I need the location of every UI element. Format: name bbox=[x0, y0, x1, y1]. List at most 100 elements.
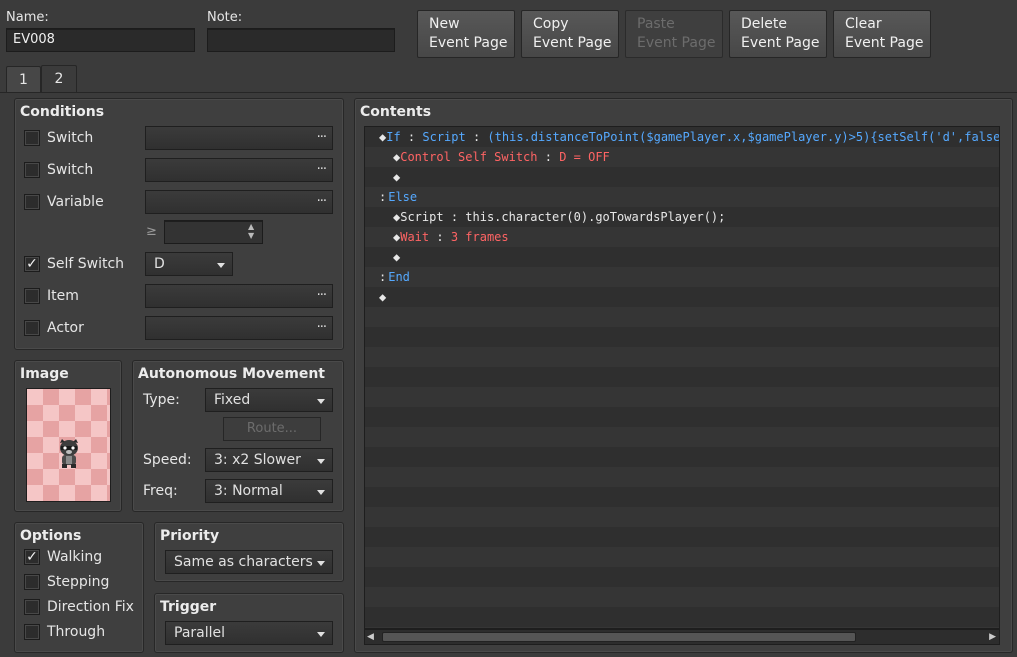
route-button[interactable]: Route... bbox=[223, 417, 321, 441]
command-text: Control Self Switch bbox=[400, 150, 538, 164]
event-command-list[interactable]: ◆ If : Script : (this.distanceToPoint($ga… bbox=[364, 126, 1000, 629]
movement-freq-dropdown[interactable]: 3: Normal bbox=[205, 479, 333, 503]
diamond-marker-icon: ◆ bbox=[393, 250, 401, 264]
scroll-right-icon[interactable]: ▶ bbox=[989, 632, 996, 642]
button-line1: Paste bbox=[637, 16, 675, 32]
walking-label: Walking bbox=[47, 549, 103, 565]
button-line2: Event Page bbox=[637, 35, 716, 51]
note-label: Note: bbox=[207, 10, 243, 25]
button-line2: Event Page bbox=[429, 35, 508, 51]
self-switch-checkbox[interactable]: ✓ bbox=[24, 256, 40, 272]
button-line2: Event Page bbox=[533, 35, 612, 51]
self-switch-dropdown[interactable]: D bbox=[145, 252, 233, 276]
chevron-down-icon bbox=[317, 459, 325, 464]
event-command-line[interactable]: ◆Script : this.character(0).goTowardsPla… bbox=[379, 207, 999, 227]
command-text: Script bbox=[400, 210, 444, 224]
item-checkbox[interactable] bbox=[24, 288, 40, 304]
movement-type-dropdown[interactable]: Fixed bbox=[205, 388, 333, 412]
diamond-marker-icon: ◆ bbox=[393, 170, 401, 184]
button-line1: Delete bbox=[741, 16, 787, 32]
command-text: If bbox=[386, 130, 401, 144]
paste-event-page-button[interactable]: Paste Event Page bbox=[625, 10, 723, 58]
chevron-down-icon bbox=[317, 632, 325, 637]
movement-freq-label: Freq: bbox=[143, 483, 178, 499]
tab-page-2[interactable]: 2 bbox=[41, 65, 77, 92]
contents-title: Contents bbox=[360, 104, 432, 120]
spinner-arrows-icon[interactable]: ▲ ▼ bbox=[248, 222, 254, 240]
copy-event-page-button[interactable]: Copy Event Page bbox=[521, 10, 619, 58]
trigger-dropdown[interactable]: Parallel bbox=[165, 621, 333, 645]
new-event-page-button[interactable]: New Event Page bbox=[417, 10, 515, 58]
horizontal-scrollbar[interactable]: ◀ ▶ bbox=[364, 629, 1000, 645]
event-command-line[interactable]: ◆ bbox=[379, 287, 999, 307]
self-switch-label: Self Switch bbox=[47, 256, 125, 272]
actor-checkbox[interactable] bbox=[24, 320, 40, 336]
chevron-down-icon bbox=[317, 561, 325, 566]
actor-selector[interactable]: ··· bbox=[145, 316, 333, 340]
event-command-line[interactable]: : End bbox=[379, 267, 999, 287]
scroll-left-icon[interactable]: ◀ bbox=[367, 632, 374, 642]
stepping-label: Stepping bbox=[47, 574, 110, 590]
command-text: End bbox=[388, 270, 410, 284]
walking-checkbox[interactable]: ✓ bbox=[24, 549, 40, 565]
trigger-title: Trigger bbox=[160, 599, 217, 615]
chevron-down-icon bbox=[317, 490, 325, 495]
clear-event-page-button[interactable]: Clear Event Page bbox=[833, 10, 931, 58]
through-checkbox[interactable] bbox=[24, 624, 40, 640]
command-text: this.character(0).goTowardsPlayer(); bbox=[465, 210, 726, 224]
ellipsis-icon: ··· bbox=[316, 194, 327, 209]
command-text: : bbox=[443, 210, 466, 224]
image-title: Image bbox=[20, 366, 69, 382]
item-selector[interactable]: ··· bbox=[145, 284, 333, 308]
button-line1: Clear bbox=[845, 16, 882, 32]
command-text: : bbox=[400, 130, 423, 144]
switch2-selector[interactable]: ··· bbox=[145, 158, 333, 182]
variable-operator: ≥ bbox=[146, 224, 157, 239]
button-line2: Event Page bbox=[741, 35, 820, 51]
event-command-line[interactable]: ◆ bbox=[379, 167, 999, 187]
switch1-label: Switch bbox=[47, 130, 94, 146]
branch-marker: : bbox=[379, 270, 387, 284]
stepping-checkbox[interactable] bbox=[24, 574, 40, 590]
options-title: Options bbox=[20, 528, 82, 544]
switch1-selector[interactable]: ··· bbox=[145, 126, 333, 150]
note-field[interactable] bbox=[207, 28, 395, 52]
priority-dropdown[interactable]: Same as characters bbox=[165, 550, 333, 574]
event-command-line[interactable]: ◆Wait : 3 frames bbox=[379, 227, 999, 247]
event-command-line[interactable]: ◆If : Script : (this.distanceToPoint($ga… bbox=[379, 127, 999, 147]
direction-fix-label: Direction Fix bbox=[47, 599, 134, 615]
ellipsis-icon: ··· bbox=[316, 130, 327, 145]
variable-checkbox[interactable] bbox=[24, 194, 40, 210]
tab-page-1[interactable]: 1 bbox=[6, 66, 41, 92]
command-text: : bbox=[429, 230, 451, 244]
movement-speed-label: Speed: bbox=[143, 452, 192, 468]
event-command-line[interactable]: ◆ bbox=[379, 247, 999, 267]
event-command-line[interactable]: : Else bbox=[379, 187, 999, 207]
diamond-marker-icon: ◆ bbox=[379, 290, 387, 304]
direction-fix-checkbox[interactable] bbox=[24, 599, 40, 615]
chevron-down-icon bbox=[217, 263, 225, 268]
button-line1: Copy bbox=[533, 16, 569, 32]
ellipsis-icon: ··· bbox=[316, 320, 327, 335]
event-command-line[interactable]: ◆Control Self Switch : D = OFF bbox=[379, 147, 999, 167]
movement-speed-dropdown[interactable]: 3: x2 Slower bbox=[205, 448, 333, 472]
command-text: : bbox=[465, 130, 488, 144]
item-label: Item bbox=[47, 288, 79, 304]
command-text: Wait bbox=[400, 230, 430, 244]
variable-label: Variable bbox=[47, 194, 104, 210]
branch-marker: : bbox=[379, 190, 387, 204]
movement-type-label: Type: bbox=[143, 392, 180, 408]
command-text: Else bbox=[388, 190, 418, 204]
priority-title: Priority bbox=[160, 528, 220, 544]
variable-selector[interactable]: ··· bbox=[145, 190, 333, 214]
delete-event-page-button[interactable]: Delete Event Page bbox=[729, 10, 827, 58]
command-text: Script bbox=[422, 130, 466, 144]
button-line1: New bbox=[429, 16, 460, 32]
name-field[interactable]: EV008 bbox=[6, 28, 195, 52]
event-image[interactable] bbox=[26, 388, 111, 502]
scrollbar-thumb[interactable] bbox=[382, 632, 856, 642]
actor-label: Actor bbox=[47, 320, 84, 336]
switch1-checkbox[interactable] bbox=[24, 130, 40, 146]
switch2-checkbox[interactable] bbox=[24, 162, 40, 178]
command-text: D = OFF bbox=[559, 150, 610, 164]
